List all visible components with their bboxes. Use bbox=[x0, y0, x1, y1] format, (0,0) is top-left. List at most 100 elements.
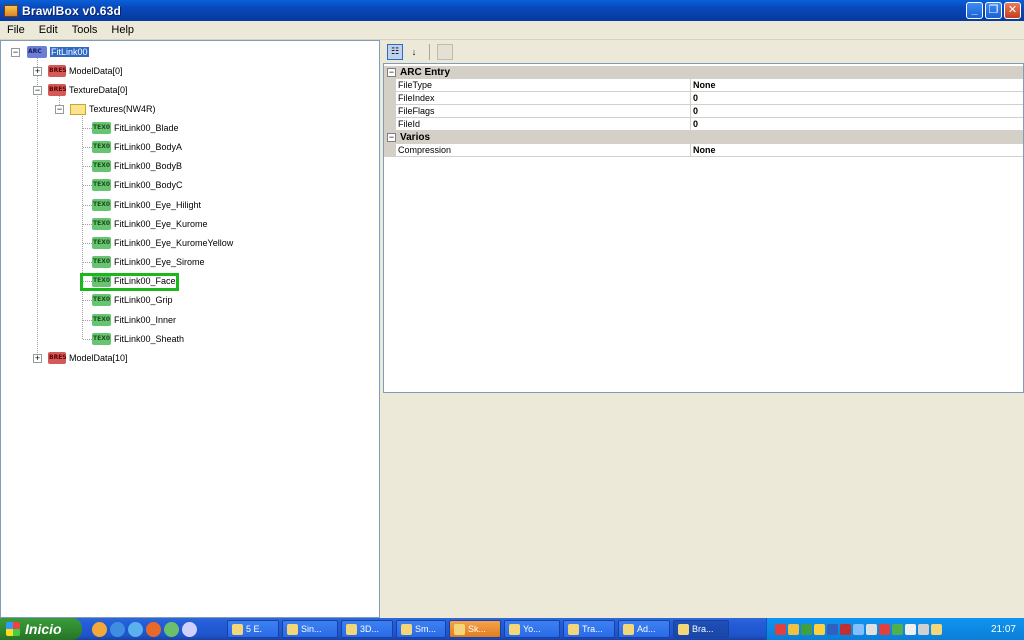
tree-node-texture[interactable]: TEX0 FitLink00_Eye_Hilight bbox=[92, 198, 201, 212]
property-panel: ☷ ↓ − ARC Entry FileType None FileIndex 0 File… bbox=[383, 40, 1024, 618]
taskbar-task[interactable]: 5 E. bbox=[227, 620, 279, 638]
property-row[interactable]: FileIndex 0 bbox=[384, 92, 1023, 105]
task-label: Bra... bbox=[692, 624, 714, 634]
property-category[interactable]: − Varios bbox=[384, 131, 1023, 144]
minimize-button[interactable]: _ bbox=[966, 2, 983, 19]
tray-icon[interactable] bbox=[918, 623, 929, 635]
resource-tree[interactable]: − ARC FitLink00 + BRES ModelData[0] − BR… bbox=[0, 40, 380, 618]
menu-help[interactable]: Help bbox=[104, 24, 141, 36]
collapse-toggle[interactable]: − bbox=[387, 68, 396, 77]
tray-icon[interactable] bbox=[905, 623, 916, 635]
property-value[interactable]: None bbox=[691, 79, 1023, 92]
property-row[interactable]: FileId 0 bbox=[384, 118, 1023, 131]
tree-node-label: FitLink00 bbox=[50, 47, 89, 57]
tray-icon[interactable] bbox=[840, 623, 851, 635]
tree-connector bbox=[83, 185, 92, 186]
tree-node-texture[interactable]: TEX0 FitLink00_BodyA bbox=[92, 140, 182, 154]
tree-expand-toggle[interactable]: + bbox=[33, 67, 42, 76]
menu-tools[interactable]: Tools bbox=[65, 24, 105, 36]
property-row[interactable]: FileType None bbox=[384, 79, 1023, 92]
task-list: 5 E. Sin... 3D... Sm... Sk... Yo... Tra... Ad..… bbox=[227, 620, 729, 638]
tree-node-texture[interactable]: TEX0 FitLink00_Inner bbox=[92, 313, 176, 327]
taskbar-task[interactable]: Tra... bbox=[563, 620, 615, 638]
tree-node-texture[interactable]: TEX0 FitLink00_Eye_Sirome bbox=[92, 255, 205, 269]
close-button[interactable]: ✕ bbox=[1004, 2, 1021, 19]
app-icon[interactable] bbox=[182, 621, 197, 637]
tray-icon[interactable] bbox=[788, 623, 799, 635]
tree-collapse-toggle[interactable]: − bbox=[55, 105, 64, 114]
tree-node-label: Textures(NW4R) bbox=[89, 104, 156, 114]
collapse-toggle[interactable]: − bbox=[387, 133, 396, 142]
tree-collapse-toggle[interactable]: − bbox=[33, 86, 42, 95]
tree-node-texture[interactable]: TEX0 FitLink00_Eye_Kurome bbox=[92, 217, 208, 231]
tree-node-modeldata10[interactable]: BRES ModelData[10] bbox=[48, 351, 128, 365]
taskbar-task[interactable]: Sk... bbox=[449, 620, 501, 638]
tree-node-textures-folder[interactable]: Textures(NW4R) bbox=[70, 102, 156, 116]
tree-node-texture[interactable]: TEX0 FitLink00_BodyC bbox=[92, 178, 183, 192]
property-grid[interactable]: − ARC Entry FileType None FileIndex 0 FileFlag… bbox=[383, 63, 1024, 393]
tree-node-label: TextureData[0] bbox=[69, 85, 128, 95]
row-gutter bbox=[384, 118, 396, 131]
tree-node-label: FitLink00_Eye_Hilight bbox=[114, 200, 202, 210]
tray-icon[interactable] bbox=[892, 623, 903, 635]
bres-icon: BRES bbox=[48, 65, 67, 77]
tree-collapse-toggle[interactable]: − bbox=[11, 48, 20, 57]
tree-node-label: FitLink00_BodyA bbox=[114, 142, 183, 152]
tray-icon[interactable] bbox=[775, 623, 786, 635]
menu-edit[interactable]: Edit bbox=[32, 24, 65, 36]
tex0-icon: TEX0 bbox=[92, 199, 111, 211]
tree-node-texture[interactable]: TEX0 FitLink00_Eye_KuromeYellow bbox=[92, 236, 233, 250]
taskbar-task[interactable]: Bra... bbox=[673, 620, 729, 638]
task-icon bbox=[346, 623, 357, 635]
property-value[interactable]: 0 bbox=[691, 118, 1023, 131]
taskbar-task[interactable]: Sin... bbox=[282, 620, 338, 638]
tree-node-texture[interactable]: TEX0 FitLink00_BodyB bbox=[92, 159, 182, 173]
categorized-view-icon[interactable]: ☷ bbox=[387, 43, 403, 60]
tree-node-texture[interactable]: TEX0 FitLink00_Blade bbox=[92, 121, 179, 135]
tray-icon[interactable] bbox=[853, 623, 864, 635]
tree-connector bbox=[83, 262, 92, 263]
property-value[interactable]: 0 bbox=[691, 92, 1023, 105]
taskbar-task[interactable]: 3D... bbox=[341, 620, 393, 638]
task-icon bbox=[287, 623, 298, 635]
ie-icon[interactable] bbox=[110, 621, 125, 637]
property-value[interactable]: None bbox=[691, 144, 1023, 157]
tree-node-label: FitLink00_Eye_KuromeYellow bbox=[114, 238, 234, 248]
toolbar-separator bbox=[429, 43, 430, 60]
browser-icon[interactable] bbox=[128, 621, 143, 637]
task-icon bbox=[568, 623, 579, 635]
tree-node-label: FitLink00_BodyC bbox=[114, 180, 183, 190]
tree-expand-toggle[interactable]: + bbox=[33, 354, 42, 363]
tree-node-texturedata0[interactable]: BRES TextureData[0] bbox=[48, 83, 128, 97]
app-icon[interactable] bbox=[164, 621, 179, 637]
property-pages-icon[interactable] bbox=[437, 43, 453, 60]
tex0-icon: TEX0 bbox=[92, 294, 111, 306]
menu-file[interactable]: File bbox=[0, 24, 32, 36]
tray-icon[interactable] bbox=[814, 623, 825, 635]
tray-icon[interactable] bbox=[866, 623, 877, 635]
property-category[interactable]: − ARC Entry bbox=[384, 66, 1023, 79]
tray-icon[interactable] bbox=[879, 623, 890, 635]
alphabetical-sort-icon[interactable]: ↓ bbox=[406, 44, 422, 60]
property-row[interactable]: Compression None bbox=[384, 144, 1023, 157]
tray-icon[interactable] bbox=[931, 623, 942, 635]
tree-node-modeldata0[interactable]: BRES ModelData[0] bbox=[48, 64, 123, 78]
property-value[interactable]: 0 bbox=[691, 105, 1023, 118]
taskbar-task[interactable]: Yo... bbox=[504, 620, 560, 638]
tray-icon[interactable] bbox=[827, 623, 838, 635]
tray-icon[interactable] bbox=[801, 623, 812, 635]
tree-node-root[interactable]: ARC FitLink00 bbox=[27, 45, 89, 59]
start-label: Inicio bbox=[25, 621, 62, 637]
firefox-icon[interactable] bbox=[92, 621, 107, 637]
tree-node-texture[interactable]: TEX0 FitLink00_Sheath bbox=[92, 332, 184, 346]
tree-connector bbox=[83, 205, 92, 206]
taskbar-task[interactable]: Ad... bbox=[618, 620, 670, 638]
property-name: FileType bbox=[396, 79, 691, 92]
window-controls: _ ❐ ✕ bbox=[966, 2, 1021, 19]
property-row[interactable]: FileFlags 0 bbox=[384, 105, 1023, 118]
restore-button[interactable]: ❐ bbox=[985, 2, 1002, 19]
media-icon[interactable] bbox=[146, 621, 161, 637]
tree-node-texture[interactable]: TEX0 FitLink00_Grip bbox=[92, 293, 173, 307]
start-button[interactable]: Inicio bbox=[0, 618, 82, 640]
taskbar-task[interactable]: Sm... bbox=[396, 620, 446, 638]
